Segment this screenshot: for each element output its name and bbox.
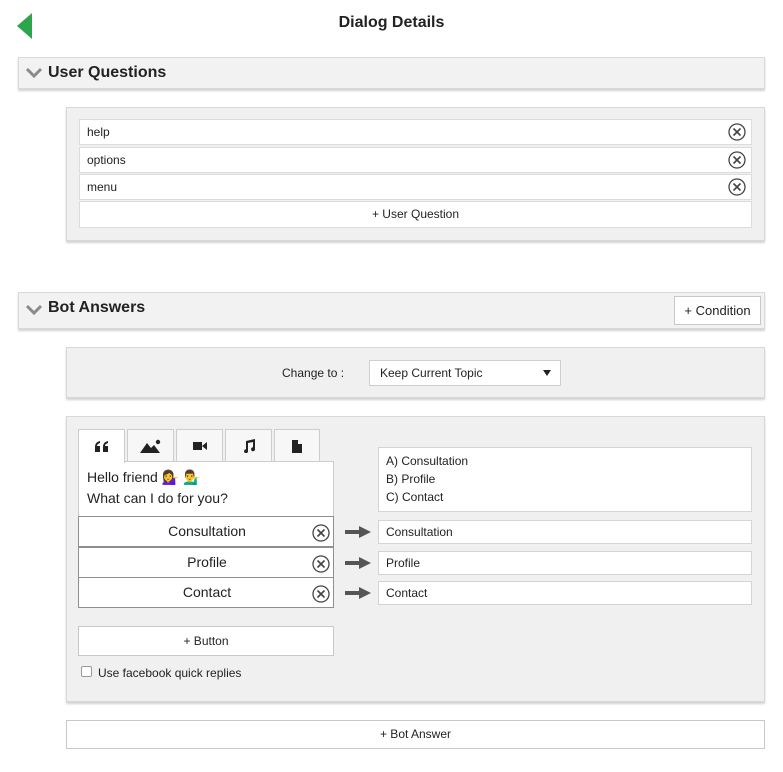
- user-question-text: help: [87, 125, 110, 139]
- tab-video[interactable]: [176, 429, 223, 462]
- quote-icon: [94, 440, 108, 452]
- arrow-right-icon: [345, 557, 371, 569]
- answer-button-label: Consultation: [168, 523, 246, 539]
- music-icon: [243, 439, 255, 453]
- dropdown-caret-icon: [543, 370, 551, 376]
- message-line-2: What can I do for you?: [87, 490, 228, 506]
- change-to-label: Change to :: [282, 366, 345, 380]
- user-question-row[interactable]: help: [79, 119, 752, 145]
- remove-circle-icon[interactable]: [312, 555, 330, 573]
- topic-select[interactable]: Keep Current Topic: [369, 360, 561, 386]
- answer-button-label: Profile: [187, 554, 227, 570]
- button-target-input[interactable]: Consultation: [378, 520, 752, 544]
- answer-button-label: Contact: [182, 584, 232, 600]
- topic-select-value: Keep Current Topic: [380, 366, 483, 380]
- arrow-right-icon: [345, 526, 371, 538]
- tab-image[interactable]: [127, 429, 174, 462]
- video-icon: [192, 442, 207, 450]
- quick-replies-checkbox[interactable]: [81, 666, 92, 677]
- user-questions-panel: help options menu + User Question: [66, 107, 765, 241]
- quick-replies-label: Use facebook quick replies: [98, 666, 242, 680]
- button-target-value: Consultation: [386, 525, 453, 539]
- bot-answers-section-header: Bot Answers: [18, 292, 765, 329]
- user-questions-section-header: User Questions: [18, 57, 765, 89]
- remove-circle-icon[interactable]: [312, 585, 330, 603]
- add-condition-button[interactable]: + Condition: [674, 296, 761, 325]
- remove-circle-icon[interactable]: [728, 123, 746, 141]
- button-target-value: Contact: [386, 586, 428, 600]
- answer-button-row[interactable]: Profile: [78, 547, 334, 578]
- collapse-chevron-icon[interactable]: [25, 66, 43, 80]
- button-target-input[interactable]: Profile: [378, 551, 752, 575]
- remove-circle-icon[interactable]: [312, 524, 330, 542]
- user-question-row[interactable]: options: [79, 147, 752, 173]
- user-question-text: options: [87, 153, 126, 167]
- answer-button-row[interactable]: Consultation: [78, 516, 334, 547]
- user-question-row[interactable]: menu: [79, 174, 752, 200]
- remove-circle-icon[interactable]: [728, 151, 746, 169]
- add-user-question-button[interactable]: + User Question: [79, 201, 752, 228]
- tab-file[interactable]: [274, 429, 320, 462]
- add-bot-answer-button[interactable]: + Bot Answer: [66, 720, 765, 749]
- collapse-chevron-icon[interactable]: [25, 303, 43, 317]
- file-icon: [292, 439, 302, 453]
- user-questions-title: User Questions: [48, 64, 167, 81]
- bot-answers-title: Bot Answers: [48, 299, 146, 316]
- option-line: C) Contact: [386, 490, 444, 504]
- page-title: Dialog Details: [338, 14, 445, 31]
- image-icon: [139, 439, 160, 453]
- message-text-box[interactable]: Hello friend 💁‍♀️ 💁‍♂️ What can I do for…: [78, 461, 334, 517]
- options-text-box[interactable]: A) Consultation B) Profile C) Contact: [378, 447, 752, 512]
- arrow-right-icon: [345, 587, 371, 599]
- remove-circle-icon[interactable]: [728, 178, 746, 196]
- message-line-1: Hello friend 💁‍♀️ 💁‍♂️: [87, 469, 201, 485]
- tab-text[interactable]: [78, 429, 125, 463]
- button-target-input[interactable]: Contact: [378, 581, 752, 605]
- option-line: B) Profile: [386, 472, 436, 486]
- user-question-text: menu: [87, 180, 118, 194]
- answer-button-row[interactable]: Contact: [78, 577, 334, 608]
- tab-audio[interactable]: [225, 429, 272, 462]
- add-button-button[interactable]: + Button: [78, 626, 334, 656]
- option-line: A) Consultation: [386, 454, 469, 468]
- button-target-value: Profile: [386, 556, 421, 570]
